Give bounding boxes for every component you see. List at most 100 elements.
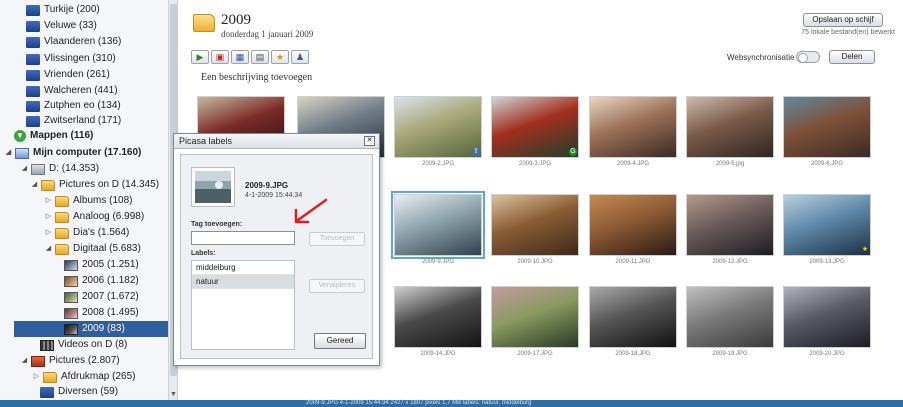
- photo-caption: 2009-4.JPG: [616, 161, 650, 167]
- tree-item-computer[interactable]: ◢ Mijn computer (17.160): [4, 145, 141, 161]
- local-edits-status: 75 lokale bestand(en) bewerkt: [801, 29, 895, 36]
- photo-thumbnail[interactable]: [491, 194, 579, 256]
- expand-toggle-icon[interactable]: ◢: [20, 161, 29, 177]
- photo-thumbnail[interactable]: [783, 194, 871, 256]
- photo-folder-icon: [64, 259, 78, 271]
- photo-thumbnail[interactable]: [589, 96, 677, 158]
- photo-caption: 2009-2.JPG: [421, 161, 455, 167]
- folder-date: donderdag 1 januari 2009: [221, 29, 314, 39]
- photo-thumbnail[interactable]: [589, 286, 677, 348]
- tree-item-folder[interactable]: ▷ Albums (108): [44, 193, 132, 209]
- star-icon[interactable]: ★: [271, 50, 289, 64]
- photo-caption: 2009-20.JPG: [809, 351, 845, 357]
- tree-item-year[interactable]: 2005 (1.251): [64, 257, 139, 273]
- photo-folder-icon: [64, 323, 78, 335]
- tree-item-year-selected[interactable]: 2009 (83): [14, 321, 168, 337]
- collapse-arrow-icon[interactable]: ▼: [14, 130, 26, 142]
- folder-toolbar: ▶ ▣ ▦ ▤ ★ ♟: [191, 50, 309, 64]
- mappen-section-header[interactable]: ▼ Mappen (116): [14, 128, 168, 144]
- expand-toggle-icon[interactable]: ◢: [30, 177, 39, 193]
- album-icon: [26, 36, 40, 48]
- album-item[interactable]: Zutphen eo (134): [26, 98, 121, 114]
- folder-icon: [41, 179, 55, 191]
- tree-item-video[interactable]: Videos on D (8): [40, 337, 127, 353]
- close-icon[interactable]: ✕: [364, 136, 375, 146]
- tag-input[interactable]: [191, 231, 295, 245]
- album-icon: [26, 100, 40, 112]
- album-item[interactable]: Vlaanderen (136): [26, 34, 121, 50]
- play-icon[interactable]: ▶: [191, 50, 209, 64]
- tree-item-year[interactable]: 2007 (1.672): [64, 289, 139, 305]
- photo-thumbnail[interactable]: [686, 96, 774, 158]
- dialog-titlebar[interactable]: Picasa labels ✕: [174, 134, 379, 149]
- photo-caption: 2009-13.JPG: [809, 259, 845, 265]
- album-item[interactable]: Veluwe (33): [26, 18, 97, 34]
- drive-icon: [31, 163, 45, 175]
- tree-item-folder[interactable]: ▷ Dia's (1.564): [44, 225, 129, 241]
- geotag-badge-icon: G: [569, 148, 577, 156]
- album-item[interactable]: Vrienden (261): [26, 67, 110, 83]
- album-icon: [26, 85, 40, 97]
- star-badge-icon: ★: [861, 246, 869, 253]
- expand-toggle-icon[interactable]: ▷: [32, 369, 41, 385]
- album-item[interactable]: Vlissingen (310): [26, 51, 116, 67]
- expand-toggle-icon[interactable]: ▷: [44, 225, 53, 241]
- tree-item-drive[interactable]: ◢ D: (14.353): [20, 161, 99, 177]
- album-item[interactable]: Walcheren (441): [26, 83, 118, 99]
- add-tag-button[interactable]: Toevoegen: [309, 232, 365, 246]
- tree-item-pictures[interactable]: ◢ Pictures (2.807): [20, 353, 120, 369]
- websync-toggle[interactable]: [796, 51, 820, 63]
- photo-thumbnail[interactable]: [686, 194, 774, 256]
- share-button[interactable]: Delen: [829, 50, 875, 64]
- folder-icon: [55, 243, 69, 255]
- photo-thumbnail[interactable]: [783, 96, 871, 158]
- tree-item-folder[interactable]: ▷ Analoog (6.998): [44, 209, 144, 225]
- tree-item-folder[interactable]: ◢ Pictures on D (14.345): [30, 177, 159, 193]
- remove-tag-button[interactable]: Verwijderen: [309, 279, 365, 293]
- photo-thumbnail[interactable]: [589, 194, 677, 256]
- photo-thumbnail[interactable]: [491, 96, 579, 158]
- status-bar: 2009-9.JPG 4-1-2009 15:44:34 2427 x 1807…: [0, 400, 903, 407]
- folder-title[interactable]: 2009: [221, 12, 251, 29]
- photo-thumbnail[interactable]: [394, 96, 482, 158]
- expand-toggle-icon[interactable]: ◢: [20, 353, 29, 369]
- album-icon: [26, 20, 40, 32]
- tree-item-folder[interactable]: Diversen (59): [40, 384, 118, 400]
- photo-preview: [195, 171, 231, 203]
- photo-thumbnail[interactable]: [391, 191, 485, 259]
- photo-thumbnail[interactable]: [686, 286, 774, 348]
- photo-folder-icon: [64, 307, 78, 319]
- collage-icon[interactable]: ▦: [231, 50, 249, 64]
- photo-folder-icon: [64, 275, 78, 287]
- expand-toggle-icon[interactable]: ◢: [4, 145, 13, 161]
- album-item[interactable]: Turkije (200): [26, 2, 100, 18]
- movie-icon[interactable]: ▤: [251, 50, 269, 64]
- photo-caption: 2009-9.JPG: [421, 259, 455, 265]
- tree-item-year[interactable]: 2006 (1.182): [64, 273, 139, 289]
- photo-caption: 2009-10.JPG: [517, 259, 553, 265]
- websync-label: Websynchronisatie: [727, 53, 795, 62]
- album-item[interactable]: Zwitserland (171): [26, 113, 121, 129]
- people-icon[interactable]: ♟: [291, 50, 309, 64]
- photo-thumbnail[interactable]: [394, 286, 482, 348]
- expand-toggle-icon[interactable]: ▷: [44, 193, 53, 209]
- tag-input-label: Tag toevoegen:: [191, 221, 243, 228]
- tree-item-folder[interactable]: ◢ Digitaal (5.683): [44, 241, 141, 257]
- label-item[interactable]: middelburg: [192, 261, 294, 275]
- folder-icon: [55, 195, 69, 207]
- photo-thumbnail[interactable]: [491, 286, 579, 348]
- tree-item-folder[interactable]: ▷ Afdrukmap (265): [32, 369, 135, 385]
- label-item[interactable]: natuur: [192, 275, 294, 289]
- photo-caption: 2009-12.JPG: [712, 259, 748, 265]
- slideshow-icon[interactable]: ▣: [211, 50, 229, 64]
- scroll-down-icon[interactable]: ▼: [169, 391, 177, 398]
- tree-item-year[interactable]: 2008 (1.495): [64, 305, 139, 321]
- save-to-disk-button[interactable]: Opslaan op schijf: [803, 13, 883, 27]
- expand-toggle-icon[interactable]: ◢: [44, 241, 53, 257]
- description-field[interactable]: Een beschrijving toevoegen: [201, 72, 312, 83]
- photo-thumbnail[interactable]: [783, 286, 871, 348]
- album-icon: [26, 53, 40, 65]
- expand-toggle-icon[interactable]: ▷: [44, 209, 53, 225]
- folder-icon: [55, 211, 69, 223]
- done-button[interactable]: Gereed: [314, 333, 366, 349]
